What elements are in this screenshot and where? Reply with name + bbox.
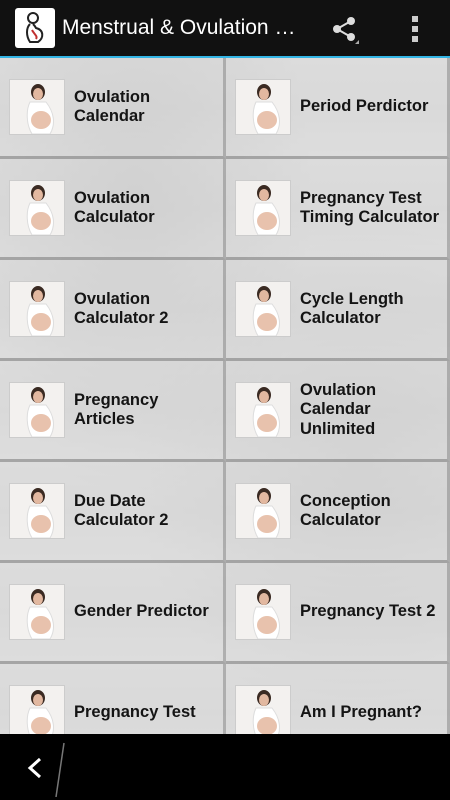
tile-thumbnail [9,382,65,438]
tile-9[interactable]: Due Date Calculator 2 [0,462,226,563]
tile-thumbnail [235,685,291,734]
tile-thumbnail [9,584,65,640]
tile-6[interactable]: Cycle Length Calculator [226,260,450,361]
tile-label: Pregnancy Test 2 [300,602,436,621]
tile-label: Ovulation Calculator [74,188,155,227]
pregnant-woman-logo-icon[interactable] [15,8,55,48]
tile-label: Pregnancy Articles [74,390,159,429]
tile-label: Period Perdictor [300,97,429,116]
tile-8[interactable]: Ovulation Calendar Unlimited [226,361,450,462]
tile-thumbnail [235,382,291,438]
tile-7[interactable]: Pregnancy Articles [0,361,226,462]
tile-label: Due Date Calculator 2 [74,491,169,530]
tile-3[interactable]: Ovulation Calculator [0,159,226,260]
tile-10[interactable]: Conception Calculator [226,462,450,563]
tile-2[interactable]: Period Perdictor [226,58,450,159]
share-icon [333,17,359,44]
tile-label: Conception Calculator [300,491,391,530]
tile-thumbnail [235,584,291,640]
tile-label: Am I Pregnant? [300,703,422,722]
tile-grid-container[interactable]: Ovulation Calendar Period Perdictor Ovulat… [0,58,450,734]
tile-label: Gender Predictor [74,602,209,621]
tile-label: Cycle Length Calculator [300,289,404,328]
tile-thumbnail [9,79,65,135]
tile-label: Ovulation Calendar Unlimited [300,380,377,438]
back-arrow-icon [27,742,65,797]
app-title: Menstrual & Ovulation Calendar [62,16,307,39]
share-button[interactable] [322,9,366,49]
tile-thumbnail [9,685,65,734]
system-navigation-bar [0,734,450,800]
action-bar: Menstrual & Ovulation Calendar [0,0,450,58]
tile-thumbnail [9,180,65,236]
tile-12[interactable]: Pregnancy Test 2 [226,563,450,664]
tile-1[interactable]: Ovulation Calendar [0,58,226,159]
tile-13[interactable]: Pregnancy Test [0,664,226,734]
tile-5[interactable]: Ovulation Calculator 2 [0,260,226,361]
overflow-menu-icon [412,16,418,42]
tile-label: Ovulation Calendar [74,87,151,126]
tile-label: Ovulation Calculator 2 [74,289,169,328]
overflow-menu-button[interactable] [398,9,432,49]
tile-thumbnail [235,180,291,236]
tile-thumbnail [235,281,291,337]
tile-11[interactable]: Gender Predictor [0,563,226,664]
tile-thumbnail [235,79,291,135]
tile-label: Pregnancy Test Timing Calculator [300,188,440,227]
tile-thumbnail [9,281,65,337]
tile-4[interactable]: Pregnancy Test Timing Calculator [226,159,450,260]
back-button[interactable] [6,737,66,797]
tile-grid: Ovulation Calendar Period Perdictor Ovulat… [0,58,450,734]
tile-label: Pregnancy Test [74,703,196,722]
tile-14[interactable]: Am I Pregnant? [226,664,450,734]
tile-thumbnail [235,483,291,539]
tile-thumbnail [9,483,65,539]
